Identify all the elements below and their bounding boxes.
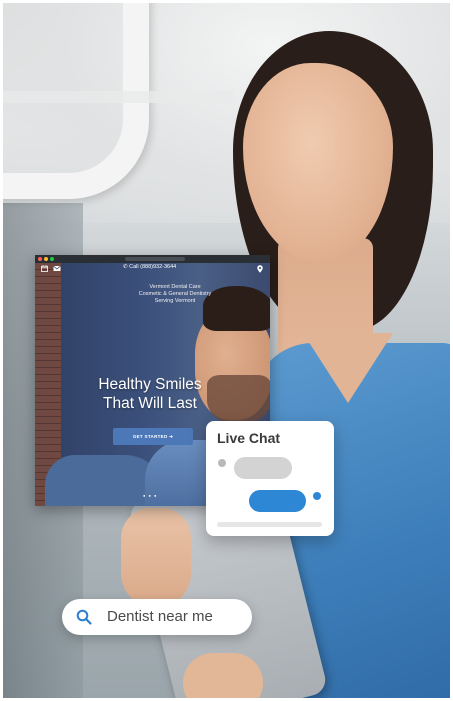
live-chat-widget[interactable]: Live Chat bbox=[206, 421, 334, 536]
dental-lamp-bar bbox=[3, 91, 233, 103]
mail-icon[interactable] bbox=[53, 265, 61, 274]
search-bar[interactable]: Dentist near me bbox=[62, 599, 252, 635]
user-avatar bbox=[313, 492, 321, 500]
hero-headline: Healthy Smiles That Will Last bbox=[75, 375, 225, 413]
live-chat-title: Live Chat bbox=[217, 430, 281, 446]
close-dot-icon[interactable] bbox=[38, 257, 42, 261]
maximize-dot-icon[interactable] bbox=[50, 257, 54, 261]
headline-line-1: Healthy Smiles bbox=[98, 376, 202, 393]
scrubs-neckline bbox=[303, 333, 393, 403]
agent-avatar bbox=[218, 459, 226, 467]
tagline-line-1: Vermont Dental Care bbox=[149, 284, 201, 290]
woman-hand bbox=[121, 508, 191, 608]
arrow-right-icon: ➜ bbox=[169, 434, 174, 439]
carousel-dots[interactable]: ● ● ● bbox=[143, 493, 157, 498]
location-pin-icon[interactable] bbox=[257, 265, 263, 275]
woman-hand-lower bbox=[183, 653, 263, 698]
phone-icon: ✆ bbox=[123, 264, 128, 270]
calendar-icon[interactable] bbox=[41, 265, 48, 274]
tagline-line-2: Cosmetic & General Dentistry bbox=[138, 291, 212, 297]
outgoing-message-bubble bbox=[249, 490, 306, 512]
minimize-dot-icon[interactable] bbox=[44, 257, 48, 261]
url-bar[interactable] bbox=[125, 257, 185, 261]
search-icon bbox=[76, 609, 92, 625]
browser-chrome bbox=[35, 255, 270, 263]
search-query: Dentist near me bbox=[107, 608, 213, 625]
headline-line-2: That Will Last bbox=[103, 395, 197, 412]
phone-number[interactable]: ✆ Call (888)932-3644 bbox=[123, 264, 176, 270]
get-started-button[interactable]: GET STARTED ➜ bbox=[113, 428, 193, 445]
incoming-message-bubble bbox=[234, 457, 292, 479]
tagline-line-3: Serving Vermont bbox=[154, 298, 196, 304]
chat-input-field[interactable] bbox=[217, 522, 322, 527]
